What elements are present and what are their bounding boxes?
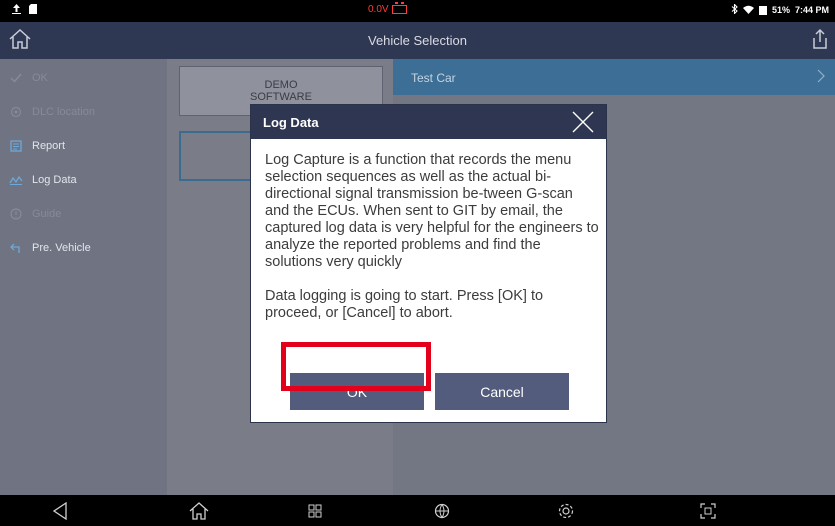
sidebar-item-guide[interactable]: Guide <box>0 197 167 231</box>
voltage-text: 0.0V <box>368 4 389 15</box>
dialog-header: Log Data <box>251 105 606 139</box>
sidebar: OK DLC location Report Log Data Guide Pr… <box>0 59 167 495</box>
screenshot-icon[interactable] <box>697 501 719 521</box>
report-icon <box>0 140 32 152</box>
share-icon[interactable] <box>811 28 829 55</box>
check-icon <box>0 73 32 83</box>
navigation-bar <box>0 495 835 526</box>
demo-card-line2: SOFTWARE <box>250 91 312 103</box>
cancel-button[interactable]: Cancel <box>435 373 569 410</box>
status-bar: 0.0V 51% 7:44 PM <box>0 0 835 22</box>
bluetooth-icon <box>731 3 738 16</box>
sidebar-item-previous-vehicle[interactable]: Pre. Vehicle <box>0 231 167 265</box>
sidebar-item-label: Log Data <box>32 174 77 186</box>
dialog-prompt: Data logging is going to start. Press [O… <box>265 288 544 321</box>
recent-apps-icon[interactable] <box>304 501 326 521</box>
sidebar-item-dlc-location[interactable]: DLC location <box>0 95 167 129</box>
location-icon <box>0 106 32 118</box>
globe-icon[interactable] <box>431 501 453 521</box>
battery-percent: 51% <box>771 5 790 15</box>
sidebar-item-ok[interactable]: OK <box>0 61 167 95</box>
vehicle-item-test-car[interactable]: Test Car <box>393 59 835 95</box>
page-title: Vehicle Selection <box>367 33 467 48</box>
dialog-body: Log Capture is a function that records t… <box>265 152 600 322</box>
settings-icon[interactable] <box>555 501 577 521</box>
sidebar-item-label: Report <box>32 140 66 152</box>
battery-icon <box>758 5 767 15</box>
guide-icon <box>0 208 32 220</box>
close-icon[interactable] <box>570 109 596 140</box>
sidebar-item-log-data[interactable]: Log Data <box>0 163 167 197</box>
log-data-icon <box>0 175 32 185</box>
wifi-icon <box>742 5 754 16</box>
dialog-title: Log Data <box>263 115 319 130</box>
back-icon[interactable] <box>49 501 71 521</box>
back-arrow-icon <box>0 242 32 254</box>
sd-card-icon <box>29 4 37 17</box>
screen: 0.0V 51% 7:44 PM Vehicle Selection OK DL… <box>0 0 835 526</box>
title-bar: Vehicle Selection <box>0 22 835 59</box>
clock: 7:44 PM <box>794 5 829 15</box>
highlight-box <box>281 342 431 391</box>
chevron-right-icon <box>817 69 825 86</box>
demo-card-line1: DEMO <box>264 79 298 91</box>
vehicle-item-label: Test Car <box>411 71 456 85</box>
car-battery-warning-icon <box>391 2 407 14</box>
sidebar-item-label: Pre. Vehicle <box>32 242 91 254</box>
upload-icon <box>12 4 21 17</box>
sidebar-item-report[interactable]: Report <box>0 129 167 163</box>
home-icon[interactable] <box>188 501 210 521</box>
dialog-message: Log Capture is a function that records t… <box>265 152 599 270</box>
sidebar-item-label: DLC location <box>32 106 95 118</box>
sidebar-item-label: Guide <box>32 208 62 220</box>
sidebar-item-label: OK <box>32 72 48 84</box>
